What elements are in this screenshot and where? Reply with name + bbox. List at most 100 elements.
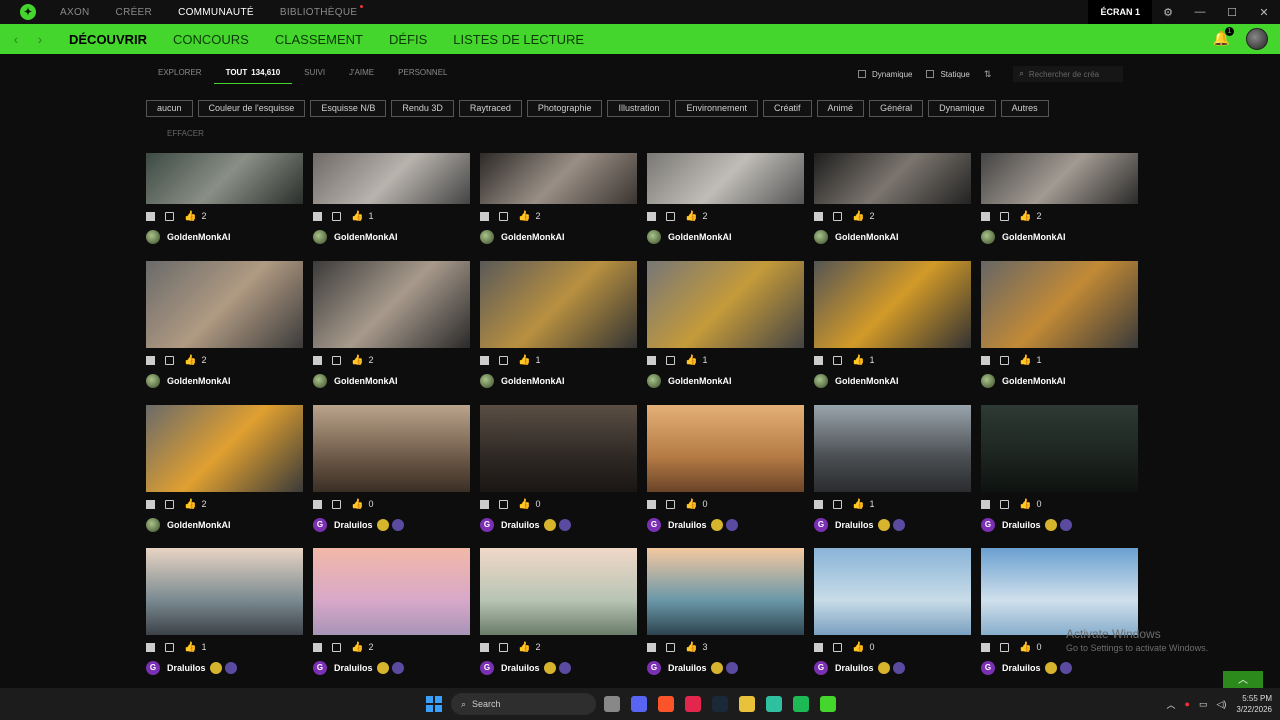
chip-illustration[interactable]: Illustration	[607, 100, 671, 117]
windows-start-icon[interactable]	[426, 696, 442, 712]
author-avatar[interactable]	[647, 230, 661, 244]
image-icon[interactable]	[647, 211, 656, 221]
image-thumbnail[interactable]	[313, 153, 470, 204]
open-link-icon[interactable]	[666, 499, 675, 509]
thumbs-up-icon[interactable]: 👍	[685, 499, 697, 510]
tab-reading-lists[interactable]: LISTES DE LECTURE	[453, 32, 584, 47]
static-checkbox[interactable]	[926, 70, 935, 78]
author-name[interactable]: GoldenMonkAI	[334, 232, 398, 242]
author-name[interactable]: GoldenMonkAI	[835, 232, 899, 242]
image-thumbnail[interactable]	[981, 261, 1138, 348]
author-name[interactable]: GoldenMonkAI	[167, 520, 231, 530]
image-card[interactable]: 👍 0 G Draluilos	[814, 548, 971, 675]
chip-dynamic[interactable]: Dynamique	[928, 100, 996, 117]
image-thumbnail[interactable]	[981, 548, 1138, 635]
discord-icon[interactable]	[631, 696, 647, 712]
image-thumbnail[interactable]	[313, 405, 470, 492]
thumbs-up-icon[interactable]: 👍	[184, 211, 196, 222]
image-icon[interactable]	[480, 642, 489, 652]
image-card[interactable]: 👍 2 GoldenMonkAI	[814, 117, 971, 244]
image-thumbnail[interactable]	[313, 261, 470, 348]
image-thumbnail[interactable]	[146, 153, 303, 204]
image-thumbnail[interactable]	[647, 261, 804, 348]
card-author[interactable]: G Draluilos	[480, 518, 637, 532]
card-author[interactable]: G Draluilos	[647, 518, 804, 532]
open-link-icon[interactable]	[332, 642, 341, 652]
thumbs-up-icon[interactable]: 👍	[1019, 499, 1031, 510]
card-author[interactable]: GoldenMonkAI	[814, 374, 971, 388]
author-avatar[interactable]	[146, 518, 160, 532]
author-avatar[interactable]	[814, 230, 828, 244]
author-avatar[interactable]	[480, 230, 494, 244]
author-name[interactable]: GoldenMonkAI	[334, 376, 398, 386]
image-card[interactable]: 👍 0 G Draluilos	[647, 405, 804, 532]
subnav-liked[interactable]: J'AIME	[337, 64, 386, 84]
image-icon[interactable]	[313, 499, 322, 509]
image-thumbnail[interactable]	[981, 405, 1138, 492]
image-card[interactable]: 👍 2 GoldenMonkAI	[981, 117, 1138, 244]
forward-arrow-icon[interactable]: ›	[28, 31, 52, 47]
author-avatar[interactable]	[146, 374, 160, 388]
author-avatar[interactable]	[480, 374, 494, 388]
chip-none[interactable]: aucun	[146, 100, 193, 117]
card-author[interactable]: GoldenMonkAI	[981, 374, 1138, 388]
image-card[interactable]: 👍 2 GoldenMonkAI	[480, 117, 637, 244]
image-card[interactable]: 👍 1 GoldenMonkAI	[480, 261, 637, 388]
thumbs-up-icon[interactable]: 👍	[685, 355, 697, 366]
author-avatar[interactable]: G	[146, 661, 160, 675]
brave-icon[interactable]	[658, 696, 674, 712]
razer-taskbar-icon[interactable]	[820, 696, 836, 712]
app-icon[interactable]	[766, 696, 782, 712]
top-nav-axon[interactable]: AXON	[60, 7, 90, 18]
image-icon[interactable]	[647, 355, 656, 365]
dynamic-checkbox[interactable]	[858, 70, 866, 78]
top-nav-library[interactable]: BIBLIOTHÈQUE	[280, 4, 363, 18]
open-link-icon[interactable]	[833, 642, 842, 652]
author-name[interactable]: Draluilos	[1002, 663, 1041, 673]
image-icon[interactable]	[981, 642, 990, 652]
top-nav-community[interactable]: COMMUNAUTÉ	[178, 7, 254, 18]
thumbs-up-icon[interactable]: 👍	[184, 499, 196, 510]
author-name[interactable]: Draluilos	[668, 520, 707, 530]
tab-discover[interactable]: DÉCOUVRIR	[69, 32, 147, 47]
image-card[interactable]: 👍 2 GoldenMonkAI	[313, 261, 470, 388]
steam-icon[interactable]	[712, 696, 728, 712]
scroll-to-top-button[interactable]: ︿	[1223, 671, 1263, 688]
thumbs-up-icon[interactable]: 👍	[852, 211, 864, 222]
open-link-icon[interactable]	[1000, 499, 1009, 509]
chip-general[interactable]: Général	[869, 100, 924, 117]
card-author[interactable]: GoldenMonkAI	[814, 230, 971, 244]
subnav-all[interactable]: TOUT 134,610	[213, 64, 293, 84]
author-avatar[interactable]: G	[480, 661, 494, 675]
open-link-icon[interactable]	[332, 211, 341, 221]
author-avatar[interactable]	[313, 374, 327, 388]
open-link-icon[interactable]	[165, 642, 174, 652]
open-link-icon[interactable]	[666, 642, 675, 652]
image-icon[interactable]	[313, 211, 322, 221]
author-avatar[interactable]: G	[814, 661, 828, 675]
author-avatar[interactable]: G	[480, 518, 494, 532]
chip-3d-render[interactable]: Rendu 3D	[391, 100, 454, 117]
thumbs-up-icon[interactable]: 👍	[852, 355, 864, 366]
image-card[interactable]: 👍 2 GoldenMonkAI	[146, 261, 303, 388]
author-avatar[interactable]: G	[647, 518, 661, 532]
clock[interactable]: 5:55 PM 3/22/2026	[1236, 693, 1272, 715]
image-thumbnail[interactable]	[814, 153, 971, 204]
card-author[interactable]: G Draluilos	[981, 661, 1138, 675]
author-avatar[interactable]: G	[647, 661, 661, 675]
image-card[interactable]: 👍 0 G Draluilos	[981, 548, 1138, 675]
dynamic-filter[interactable]: Dynamique	[858, 70, 912, 79]
card-author[interactable]: GoldenMonkAI	[647, 374, 804, 388]
thumbs-up-icon[interactable]: 👍	[1019, 211, 1031, 222]
display-icon[interactable]: ▭	[1199, 699, 1208, 710]
close-icon[interactable]: ✕	[1248, 6, 1280, 19]
card-author[interactable]: GoldenMonkAI	[981, 230, 1138, 244]
open-link-icon[interactable]	[165, 211, 174, 221]
image-icon[interactable]	[146, 499, 155, 509]
image-icon[interactable]	[480, 499, 489, 509]
open-link-icon[interactable]	[499, 642, 508, 652]
thumbs-up-icon[interactable]: 👍	[685, 211, 697, 222]
image-icon[interactable]	[981, 211, 990, 221]
image-thumbnail[interactable]	[146, 548, 303, 635]
open-link-icon[interactable]	[1000, 211, 1009, 221]
